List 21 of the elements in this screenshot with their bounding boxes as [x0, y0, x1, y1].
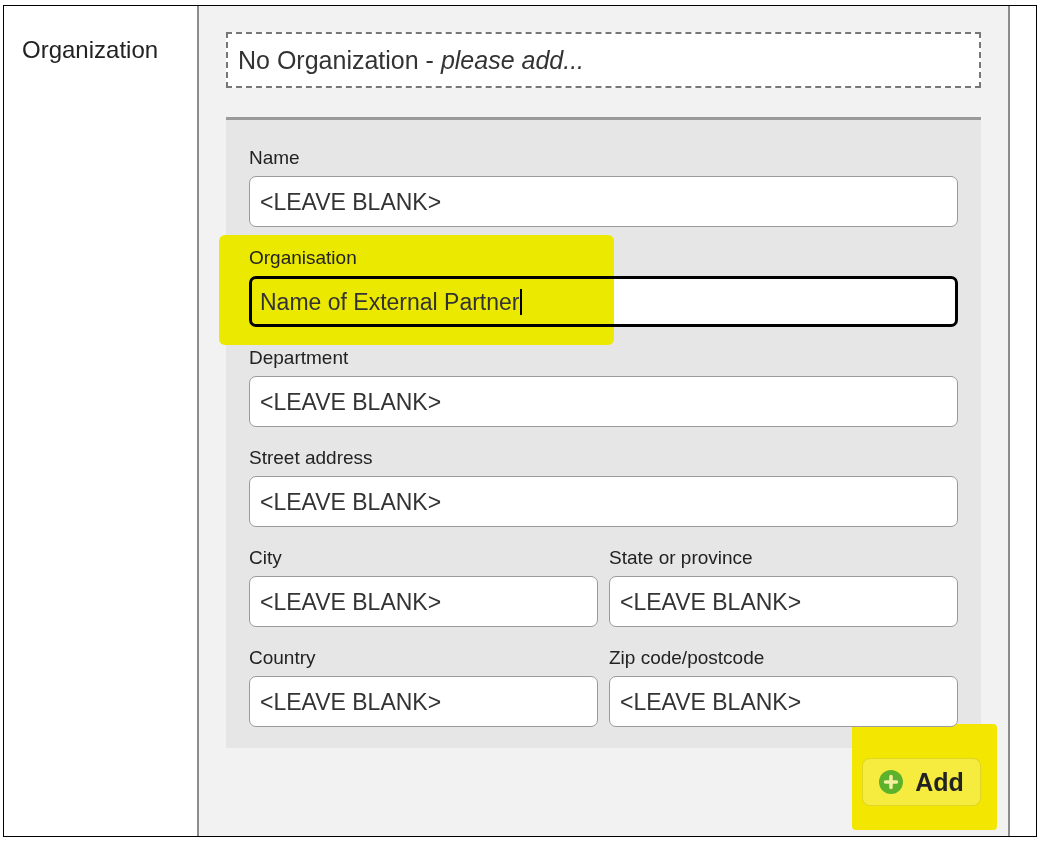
text-cursor — [519, 288, 522, 315]
field-label: Organisation — [249, 247, 357, 269]
plus-circle-icon — [879, 770, 904, 794]
field-label: State or province — [609, 547, 753, 569]
field-label: Country — [249, 647, 316, 669]
field-label: Zip code/postcode — [609, 647, 765, 669]
input-field[interactable]: <LEAVE BLANK> — [249, 576, 598, 627]
input-field[interactable]: <LEAVE BLANK> — [609, 676, 958, 727]
input-field[interactable]: <LEAVE BLANK> — [609, 576, 958, 627]
input-field[interactable]: <LEAVE BLANK> — [249, 476, 958, 527]
field-label: City — [249, 547, 282, 569]
organization-picker[interactable]: No Organization - please add... — [226, 32, 981, 88]
field-label: Name — [249, 147, 300, 169]
field-label: Department — [249, 347, 349, 369]
input-field[interactable]: Name of External Partner — [249, 276, 958, 327]
section-label: Organization — [22, 36, 159, 63]
field-label: Street address — [249, 447, 373, 469]
add-button[interactable]: Add — [862, 758, 981, 806]
input-field[interactable]: <LEAVE BLANK> — [249, 176, 958, 227]
input-field[interactable]: <LEAVE BLANK> — [249, 376, 958, 427]
input-field[interactable]: <LEAVE BLANK> — [249, 676, 598, 727]
